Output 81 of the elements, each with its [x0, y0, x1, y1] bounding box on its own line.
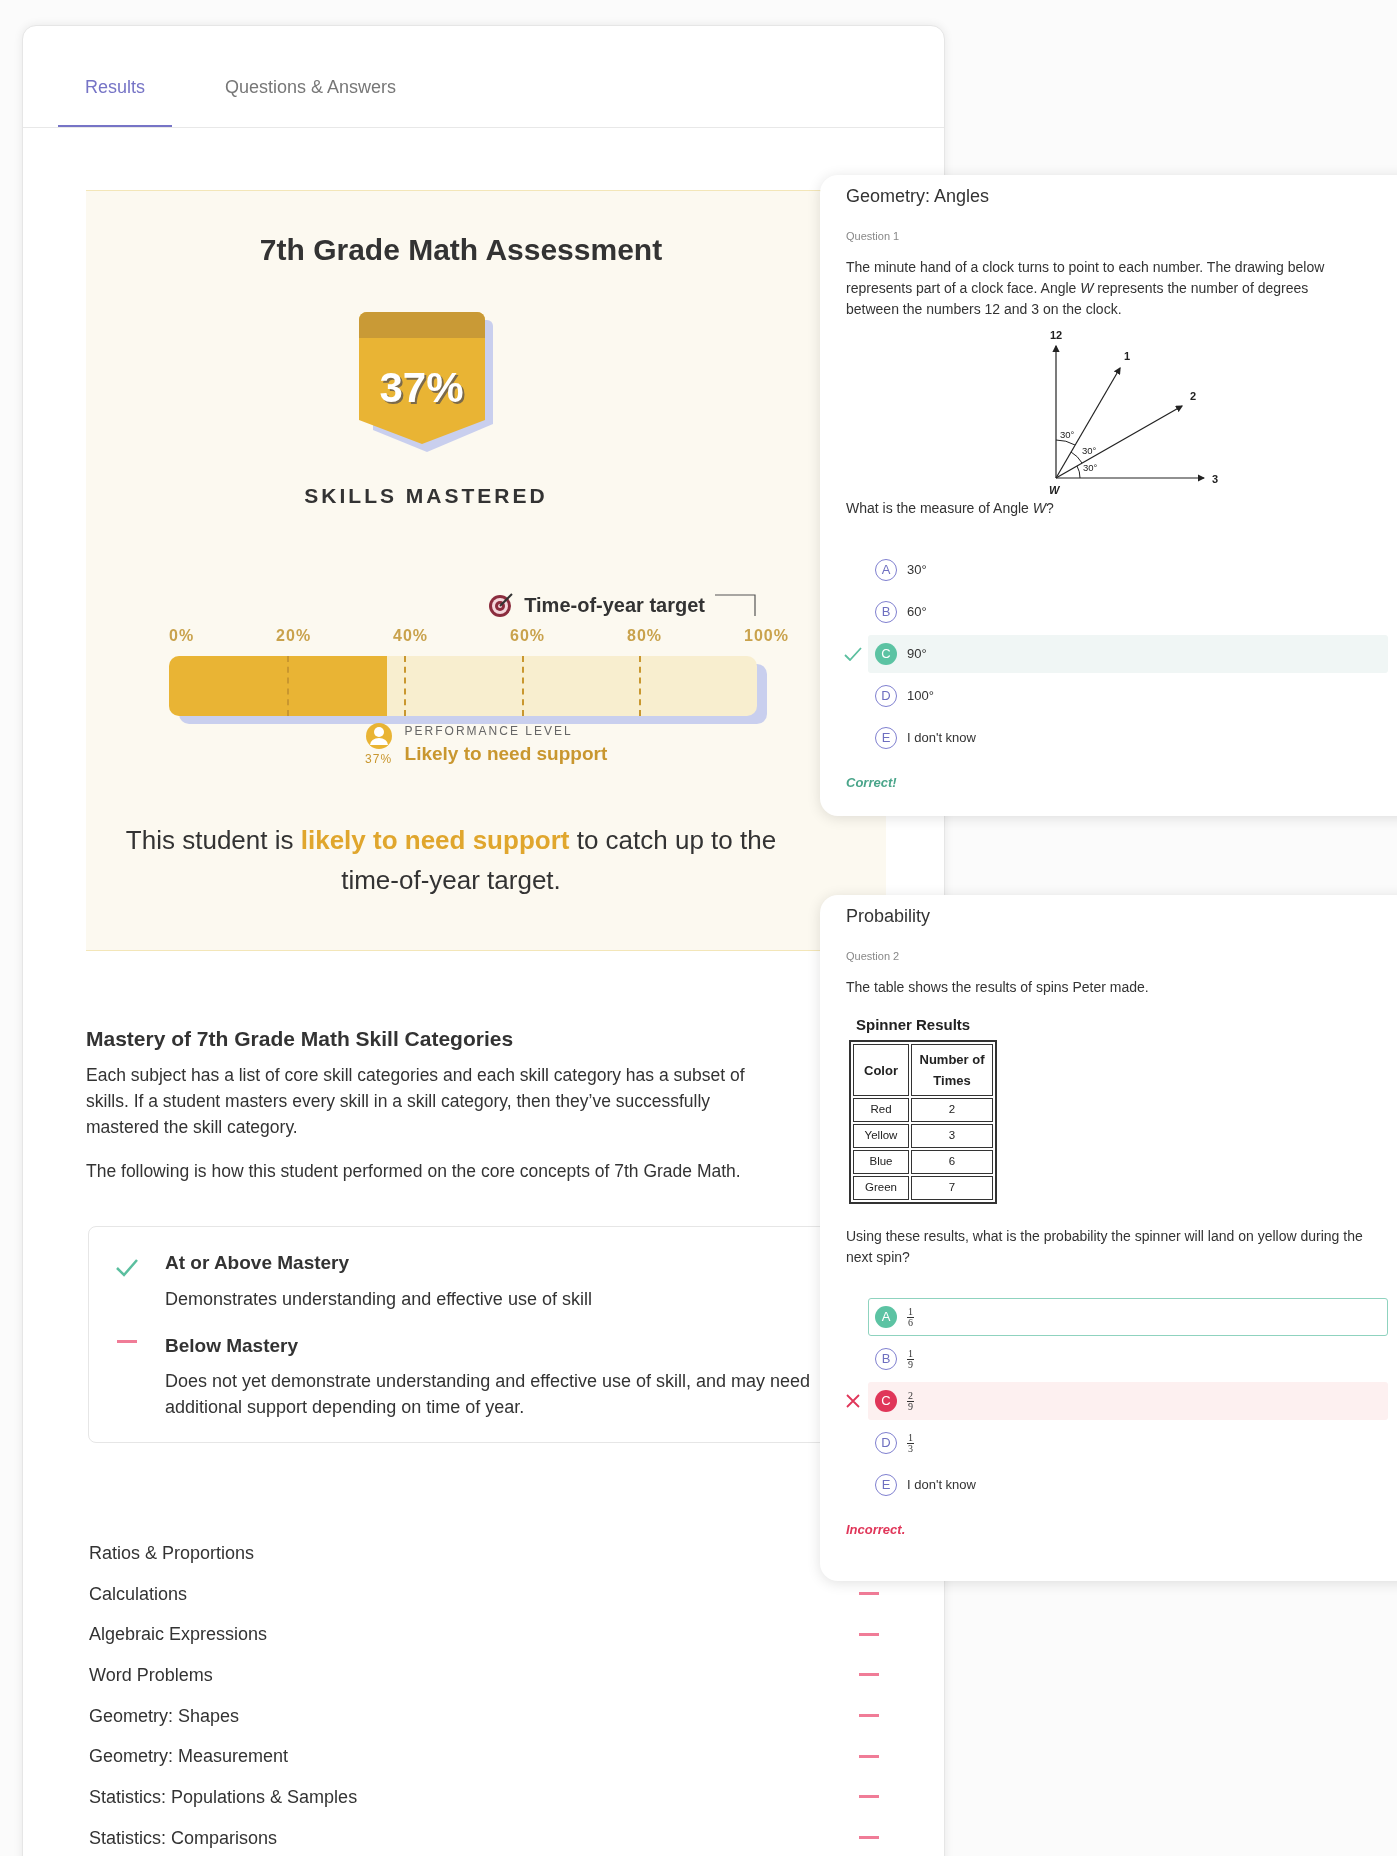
fraction: 1 9: [907, 1348, 914, 1370]
axis-tick-label: 80%: [627, 625, 663, 646]
skill-category: Calculations: [89, 1582, 188, 1606]
table-header: Number of Times: [911, 1044, 993, 1096]
choice-letter: C: [875, 642, 897, 665]
tab[interactable]: Questions & Answers: [198, 66, 424, 127]
skill-category: Ratios & Proportions: [89, 1541, 255, 1565]
table-cell: 3: [911, 1124, 993, 1148]
choice-letter: C: [875, 1390, 897, 1412]
answer-choice[interactable]: A 30°: [868, 550, 1388, 589]
skill-category: Statistics: Comparisons: [89, 1826, 278, 1850]
question-prompt: Using these results, what is the probability the spinner will land on yellow during the next spin?: [846, 1227, 1364, 1267]
section-paragraph: Each subject has a list of core skill categories and each skill category has a subset of skills. If a student masters every skill in a skill category, then they’ve successfully mastered the skill category.: [86, 1064, 746, 1139]
answer-choice[interactable]: E I don't know: [868, 718, 1388, 757]
choice-text: I don't know: [907, 728, 976, 747]
report-title: 7th Grade Math Assessment: [259, 232, 663, 268]
table-cell: Yellow: [853, 1124, 909, 1148]
target-icon: [488, 591, 515, 618]
axis-tick-label: 100%: [744, 625, 789, 646]
skill-category: Geometry: Shapes: [89, 1704, 240, 1728]
legend-description: Does not yet demonstrate understanding and effective use of skill, and may need additional support depending on time of year.: [165, 1370, 812, 1419]
result-text: Incorrect.: [846, 1521, 907, 1539]
skill-category: Word Problems: [89, 1663, 213, 1687]
result-text: Correct!: [846, 773, 898, 792]
question-topic: Probability: [846, 905, 932, 928]
choice-text: 100°: [907, 686, 934, 705]
answer-choice[interactable]: B 60°: [868, 592, 1388, 631]
close-icon: [846, 1394, 860, 1408]
skill-category: Statistics: Populations & Samples: [89, 1785, 358, 1809]
marker-value: 37%: [365, 750, 393, 768]
choice-text: 30°: [907, 560, 927, 579]
fraction: 1 6: [907, 1306, 914, 1328]
legend-title: At or Above Mastery: [165, 1251, 351, 1275]
badge-caption: SKILLS MASTERED: [304, 483, 548, 509]
question-prompt: What is the measure of Angle W?: [846, 498, 1055, 518]
table-header: Color: [853, 1044, 909, 1096]
score-percent: 37%: [378, 363, 465, 413]
question-number: Question 1: [846, 229, 901, 244]
answer-choice[interactable]: E I don't know: [868, 1466, 1388, 1504]
choice-text: 60°: [907, 602, 927, 621]
answer-choice[interactable]: B 1 9: [868, 1340, 1388, 1378]
clock-angles-drawing: 12 1 2 3 W 30° 30° 30°: [1016, 327, 1231, 498]
question-text: The minute hand of a clock turns to point to each number. The drawing below represents part of a clock face. Angle W represents the number of degrees between the numbers 12 and 3 on the clock.: [846, 257, 1326, 319]
answer-choice[interactable]: C 90°: [868, 634, 1388, 673]
axis-tick-label: 40%: [393, 625, 429, 646]
question-number: Question 2: [846, 949, 901, 964]
section-paragraph: The following is how this student performed on the core concepts of 7th Grade Math.: [86, 1160, 742, 1183]
tab[interactable]: Results: [58, 66, 173, 127]
answer-choice[interactable]: D 1 3: [868, 1424, 1388, 1462]
fraction: 2 9: [907, 1390, 914, 1412]
axis-tick-label: 60%: [510, 625, 546, 646]
section-heading: Mastery of 7th Grade Math Skill Categories: [86, 1025, 515, 1052]
skill-category: Algebraic Expressions: [89, 1623, 268, 1647]
fraction: 1 3: [907, 1432, 914, 1454]
table-cell: Green: [853, 1176, 909, 1200]
target-label: Time-of-year target: [524, 592, 705, 618]
table-title: Spinner Results: [855, 1014, 972, 1035]
performance-level: Likely to need support: [404, 741, 608, 766]
performance-caption: PERFORMANCE LEVEL: [404, 722, 574, 740]
axis-tick-label: 0%: [169, 625, 195, 646]
answer-choice[interactable]: D 100°: [868, 676, 1388, 715]
axis-tick-label: 20%: [276, 625, 312, 646]
choice-text: I don't know: [907, 1476, 976, 1495]
table-cell: Blue: [853, 1150, 909, 1174]
table-cell: 6: [911, 1150, 993, 1174]
answer-choice[interactable]: C 2 9: [868, 1382, 1388, 1420]
answer-choice[interactable]: A 1 6: [868, 1298, 1388, 1336]
table-cell: 7: [911, 1176, 993, 1200]
check-icon: [844, 646, 862, 661]
person-icon: [364, 721, 393, 750]
choice-text: 90°: [907, 644, 927, 663]
choice-letter: A: [875, 1306, 897, 1328]
skill-category: Geometry: Measurement: [89, 1745, 289, 1769]
question-text: The table shows the results of spins Peter made.: [846, 977, 1150, 997]
table-cell: 2: [911, 1098, 993, 1122]
summary-sentence: This student is likely to need support to catch up to the time-of-year target.: [124, 823, 778, 897]
legend-description: Demonstrates understanding and effective use of skill: [165, 1287, 593, 1311]
target-bracket: [715, 593, 757, 616]
legend-title: Below Mastery: [165, 1333, 300, 1358]
question-topic: Geometry: Angles: [846, 185, 991, 208]
table-cell: Red: [853, 1098, 909, 1122]
